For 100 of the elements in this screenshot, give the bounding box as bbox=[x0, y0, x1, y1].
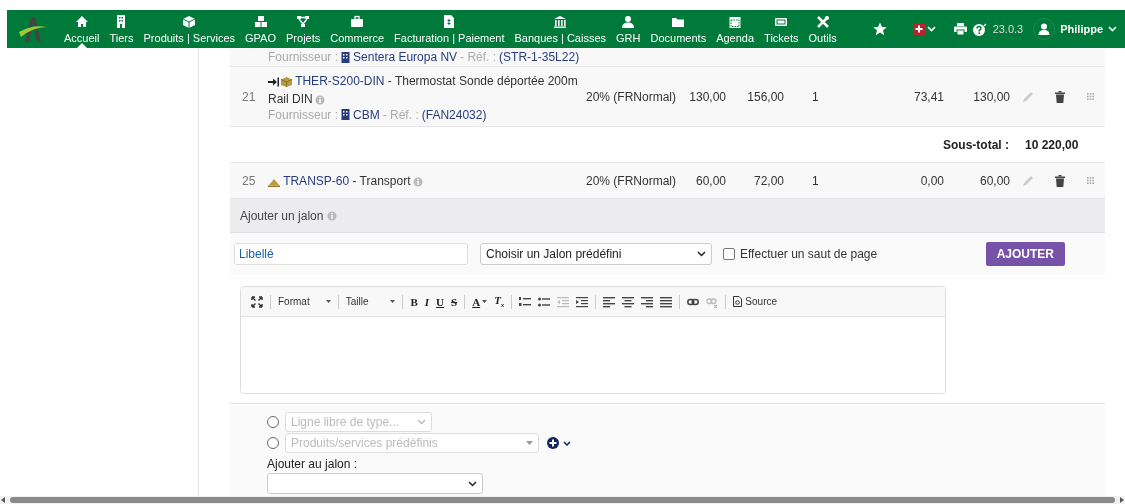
product-link[interactable]: THER-S200-DIN bbox=[295, 73, 385, 88]
label-field[interactable]: Libellé bbox=[234, 243, 468, 265]
nav-tab[interactable]: Documents bbox=[645, 10, 712, 48]
caret-icon bbox=[926, 26, 936, 32]
flag-dropdown[interactable] bbox=[912, 23, 936, 35]
unit-price: 60,00 bbox=[694, 173, 726, 188]
horizontal-scrollbar[interactable] bbox=[10, 497, 1115, 503]
rich-text-editor[interactable]: Format Taille B I U S A T$_{x}$ Source bbox=[240, 286, 946, 394]
drag-handle-icon[interactable] bbox=[1086, 93, 1094, 100]
user-icon bbox=[621, 14, 636, 28]
info-icon bbox=[412, 176, 423, 187]
chevron-icon bbox=[417, 419, 426, 425]
strikethrough-button[interactable]: S bbox=[451, 295, 458, 308]
source-button[interactable]: Source bbox=[733, 296, 778, 307]
nav-tab[interactable]: GPAO bbox=[240, 10, 281, 48]
align-center-icon[interactable] bbox=[622, 295, 635, 308]
discount-amount: 0,00 bbox=[919, 173, 944, 188]
caret-icon bbox=[526, 441, 533, 445]
drag-handle-icon[interactable] bbox=[1086, 177, 1094, 184]
italic-button[interactable]: I bbox=[424, 295, 430, 308]
format-dropdown[interactable]: Format bbox=[278, 296, 331, 307]
align-right-icon[interactable] bbox=[641, 295, 654, 308]
quantity: 1 bbox=[812, 89, 819, 104]
line-total: 130,00 bbox=[972, 89, 1010, 104]
chevron-icon bbox=[468, 480, 477, 487]
version-number: 23.0.3 bbox=[992, 23, 1024, 35]
checkbox-label: Effectuer un saut de page bbox=[740, 247, 878, 261]
numbered-list-icon[interactable] bbox=[519, 295, 532, 308]
indent-icon[interactable] bbox=[576, 295, 589, 308]
cubes-icon bbox=[253, 14, 268, 28]
box-icon bbox=[182, 14, 197, 28]
quantity: 1 bbox=[812, 173, 819, 188]
plus-circle-icon bbox=[547, 437, 559, 449]
help-icon bbox=[972, 22, 987, 36]
nav-tab[interactable]: Outils bbox=[803, 10, 842, 48]
supplier-line: Fournisseur : CBM - Réf. : (FAN24032) bbox=[268, 107, 487, 122]
building-icon bbox=[341, 51, 351, 63]
nav-tab[interactable]: Accueil bbox=[59, 10, 105, 48]
subtotal-label: Sous-total : bbox=[942, 137, 1009, 152]
supplier-link[interactable]: Sentera Europa NV bbox=[353, 50, 458, 64]
checkbox[interactable] bbox=[723, 248, 735, 260]
star-icon bbox=[872, 22, 887, 36]
info-icon bbox=[327, 210, 338, 221]
justify-icon[interactable] bbox=[660, 295, 673, 308]
user-menu[interactable]: Philippe bbox=[1033, 18, 1117, 40]
supplier-link[interactable]: CBM bbox=[353, 107, 380, 122]
maximize-icon[interactable] bbox=[251, 295, 263, 308]
box-icon bbox=[281, 76, 292, 87]
nav-tab[interactable]: Projets bbox=[281, 10, 326, 48]
subtotal-amount: 10 220,00 bbox=[1025, 137, 1079, 152]
product-link[interactable]: TRANSP-60 bbox=[283, 173, 350, 188]
service-icon bbox=[268, 177, 280, 187]
discount-amount: 73,41 bbox=[912, 89, 944, 104]
tools-icon bbox=[815, 14, 830, 28]
briefcase-icon bbox=[350, 14, 365, 28]
bold-button[interactable]: B bbox=[410, 295, 418, 308]
line-number: 21 bbox=[241, 89, 257, 104]
add-product-button[interactable] bbox=[547, 437, 571, 449]
nav-tab[interactable]: Agenda bbox=[711, 10, 760, 48]
radio-button[interactable] bbox=[267, 416, 279, 428]
calendar-icon bbox=[728, 14, 743, 28]
scroll-right-icon bbox=[1119, 497, 1125, 503]
printer-icon bbox=[953, 23, 967, 35]
size-dropdown[interactable]: Taille bbox=[345, 296, 396, 307]
unit-price-incl-tax: 156,00 bbox=[746, 89, 784, 104]
clear-format-button[interactable]: T$_{x}$ bbox=[494, 293, 505, 310]
nav-tab[interactable]: Tickets bbox=[759, 10, 804, 48]
align-left-icon[interactable] bbox=[603, 295, 616, 308]
nav-tab[interactable]: Banques | Caisses bbox=[509, 10, 612, 48]
line-description: THER-S200-DIN - Thermostat Sonde déportée 200m Rail DIN bbox=[268, 72, 579, 108]
trash-icon[interactable] bbox=[1055, 90, 1065, 103]
vat-rate: 20% (FRNormal) bbox=[586, 89, 677, 104]
nav-tab[interactable]: GRH bbox=[611, 10, 646, 48]
reference-link[interactable]: (FAN24032) bbox=[421, 107, 487, 122]
building-icon bbox=[341, 109, 351, 120]
bullet-list-icon[interactable] bbox=[538, 295, 551, 308]
nav-tab[interactable]: Facturation | Paiement bbox=[389, 10, 510, 48]
reference-link[interactable]: (STR-1-35L22) bbox=[499, 50, 580, 64]
nav-tab[interactable]: Tiers bbox=[104, 10, 139, 48]
chevron-icon bbox=[697, 251, 706, 257]
caret-icon bbox=[390, 300, 396, 303]
unit-price: 130,00 bbox=[688, 89, 726, 104]
nav-tab[interactable]: Commerce bbox=[325, 10, 390, 48]
text-color-button[interactable]: A bbox=[472, 295, 488, 308]
chevron-icon bbox=[563, 440, 571, 446]
unit-price-incl-tax: 72,00 bbox=[752, 173, 784, 188]
flag-icon bbox=[912, 23, 925, 35]
bank-icon bbox=[553, 14, 568, 28]
milestone-select[interactable]: Choisir un Jalon prédéfini bbox=[480, 243, 712, 265]
supplier-line: Fournisseur : Sentera Europa NV - Réf. : (STR-1-35L22) bbox=[268, 50, 580, 64]
field-label: Ajouter au jalon : bbox=[267, 457, 359, 471]
caret-icon bbox=[1108, 26, 1117, 32]
line-number: 25 bbox=[241, 173, 257, 188]
vat-rate: 20% (FRNormal) bbox=[586, 173, 677, 188]
nav-tab[interactable]: Produits | Services bbox=[138, 10, 241, 48]
radio-button[interactable] bbox=[267, 437, 279, 449]
add-button[interactable]: AJOUTER bbox=[985, 242, 1065, 266]
underline-button[interactable]: U bbox=[436, 295, 445, 308]
diagram-icon bbox=[296, 14, 311, 28]
trash-icon[interactable] bbox=[1055, 174, 1065, 187]
